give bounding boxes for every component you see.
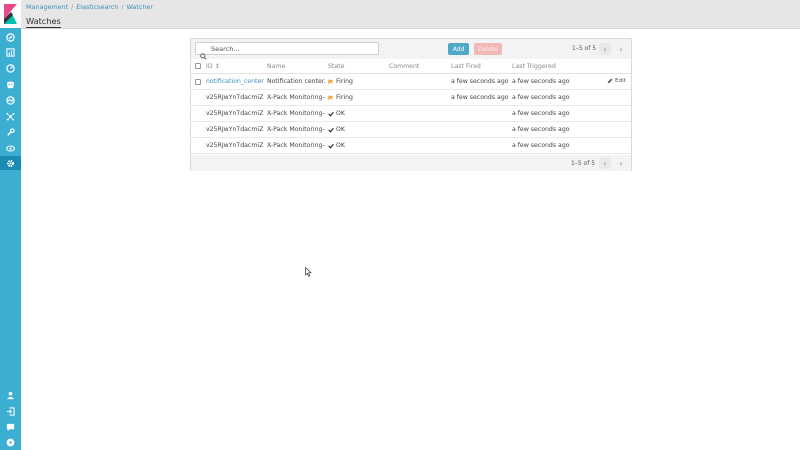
column-last-triggered: Last Triggered	[512, 63, 556, 70]
kibana-logo[interactable]	[0, 0, 21, 28]
delete-button[interactable]: Delete	[474, 43, 502, 55]
watch-state: OK	[328, 142, 345, 149]
watch-state: Firing	[328, 94, 353, 101]
check-icon	[328, 127, 334, 133]
top-bar: Management / Elasticsearch / Watcher Watches	[21, 0, 800, 29]
timelion-icon[interactable]	[0, 77, 21, 91]
watch-id: v25RJwYnTdacmiZ...	[206, 126, 264, 133]
watch-state: OK	[328, 126, 345, 133]
page-title: Watches	[26, 16, 61, 28]
column-state: State	[328, 63, 345, 70]
chevron-right-icon: ›	[619, 158, 623, 168]
visualize-icon[interactable]	[0, 45, 21, 59]
last-triggered: a few seconds ago	[512, 78, 570, 85]
breadcrumb-watcher[interactable]: Watcher	[127, 3, 153, 11]
management-icon[interactable]	[0, 156, 21, 170]
last-fired: a few seconds ago	[451, 94, 509, 101]
watch-name: X-Pack Monitoring-...	[267, 126, 325, 133]
monitoring-icon[interactable]	[0, 141, 21, 155]
add-button[interactable]: Add	[448, 43, 469, 55]
next-page-button[interactable]: ›	[615, 157, 627, 169]
search-box[interactable]	[195, 42, 379, 60]
devtools-icon[interactable]	[0, 125, 21, 139]
edit-button[interactable]: Edit	[607, 78, 626, 84]
last-triggered: a few seconds ago	[512, 142, 570, 149]
table-toolbar: Add Delete 1–5 of 5 ‹ ›	[191, 39, 631, 60]
watch-id: v25RJwYnTdacmiZ...	[206, 142, 264, 149]
check-icon	[328, 143, 334, 149]
watch-name: X-Pack Monitoring-...	[267, 142, 325, 149]
dashboard-icon[interactable]	[0, 61, 21, 75]
watch-name: X-Pack Monitoring-...	[267, 94, 325, 101]
collapse-icon[interactable]	[0, 435, 21, 449]
search-input[interactable]	[211, 43, 376, 54]
graph-icon[interactable]	[0, 109, 21, 123]
breadcrumb-elasticsearch[interactable]: Elasticsearch	[76, 3, 118, 11]
watch-id: v25RJwYnTdacmiZ...	[206, 110, 264, 117]
watch-state: Firing	[328, 78, 353, 85]
next-page-button[interactable]: ›	[615, 43, 627, 55]
watches-panel: Add Delete 1–5 of 5 ‹ › ID ↕ Name State …	[190, 38, 632, 171]
check-icon	[328, 111, 334, 117]
chevron-left-icon: ‹	[603, 44, 607, 54]
pagination-count: 1–5 of 5	[571, 160, 596, 167]
chevron-right-icon: ›	[619, 44, 623, 54]
column-id[interactable]: ID ↕	[206, 63, 220, 70]
select-all-checkbox[interactable]	[195, 63, 201, 69]
table-footer: 1–5 of 5 ‹ ›	[191, 155, 631, 171]
logout-icon[interactable]	[0, 404, 21, 418]
column-last-fired: Last Fired	[451, 63, 481, 70]
table-row: v25RJwYnTdacmiZ... X-Pack Monitoring-...…	[191, 106, 631, 122]
watch-id-link[interactable]: notification_center...	[206, 78, 264, 85]
apm-icon[interactable]	[0, 93, 21, 107]
table-row: v25RJwYnTdacmiZ... X-Pack Monitoring-...…	[191, 122, 631, 138]
sort-icon: ↕	[214, 63, 220, 70]
last-triggered: a few seconds ago	[512, 110, 570, 117]
pagination-count: 1–5 of 5	[572, 45, 597, 52]
breadcrumb-management[interactable]: Management	[26, 3, 68, 11]
watch-state: OK	[328, 110, 345, 117]
pencil-icon	[607, 78, 613, 84]
watch-id: v25RJwYnTdacmiZ...	[206, 94, 264, 101]
table-header: ID ↕ Name State Comment Last Fired Last …	[191, 59, 631, 74]
table-row: v25RJwYnTdacmiZ... X-Pack Monitoring-...…	[191, 138, 631, 154]
column-name: Name	[267, 63, 286, 70]
mouse-cursor-icon	[305, 262, 312, 281]
last-triggered: a few seconds ago	[512, 126, 570, 133]
prev-page-button[interactable]: ‹	[599, 157, 611, 169]
flag-icon	[328, 79, 334, 84]
table-row: notification_center... Notification cent…	[191, 74, 631, 90]
breadcrumb: Management / Elasticsearch / Watcher	[26, 3, 153, 11]
breadcrumb-separator: /	[121, 3, 124, 11]
user-icon[interactable]	[0, 388, 21, 402]
chevron-left-icon: ‹	[603, 158, 607, 168]
watch-name: X-Pack Monitoring-...	[267, 110, 325, 117]
sidebar	[0, 0, 21, 450]
last-fired: a few seconds ago	[451, 78, 509, 85]
table-row: v25RJwYnTdacmiZ... X-Pack Monitoring-...…	[191, 90, 631, 106]
watch-name: Notification center...	[267, 78, 325, 85]
prev-page-button[interactable]: ‹	[599, 43, 611, 55]
row-checkbox[interactable]	[195, 79, 201, 85]
last-triggered: a few seconds ago	[512, 94, 570, 101]
flag-icon	[328, 95, 334, 100]
discover-icon[interactable]	[0, 30, 21, 44]
help-icon[interactable]	[0, 420, 21, 434]
column-comment: Comment	[389, 63, 420, 70]
